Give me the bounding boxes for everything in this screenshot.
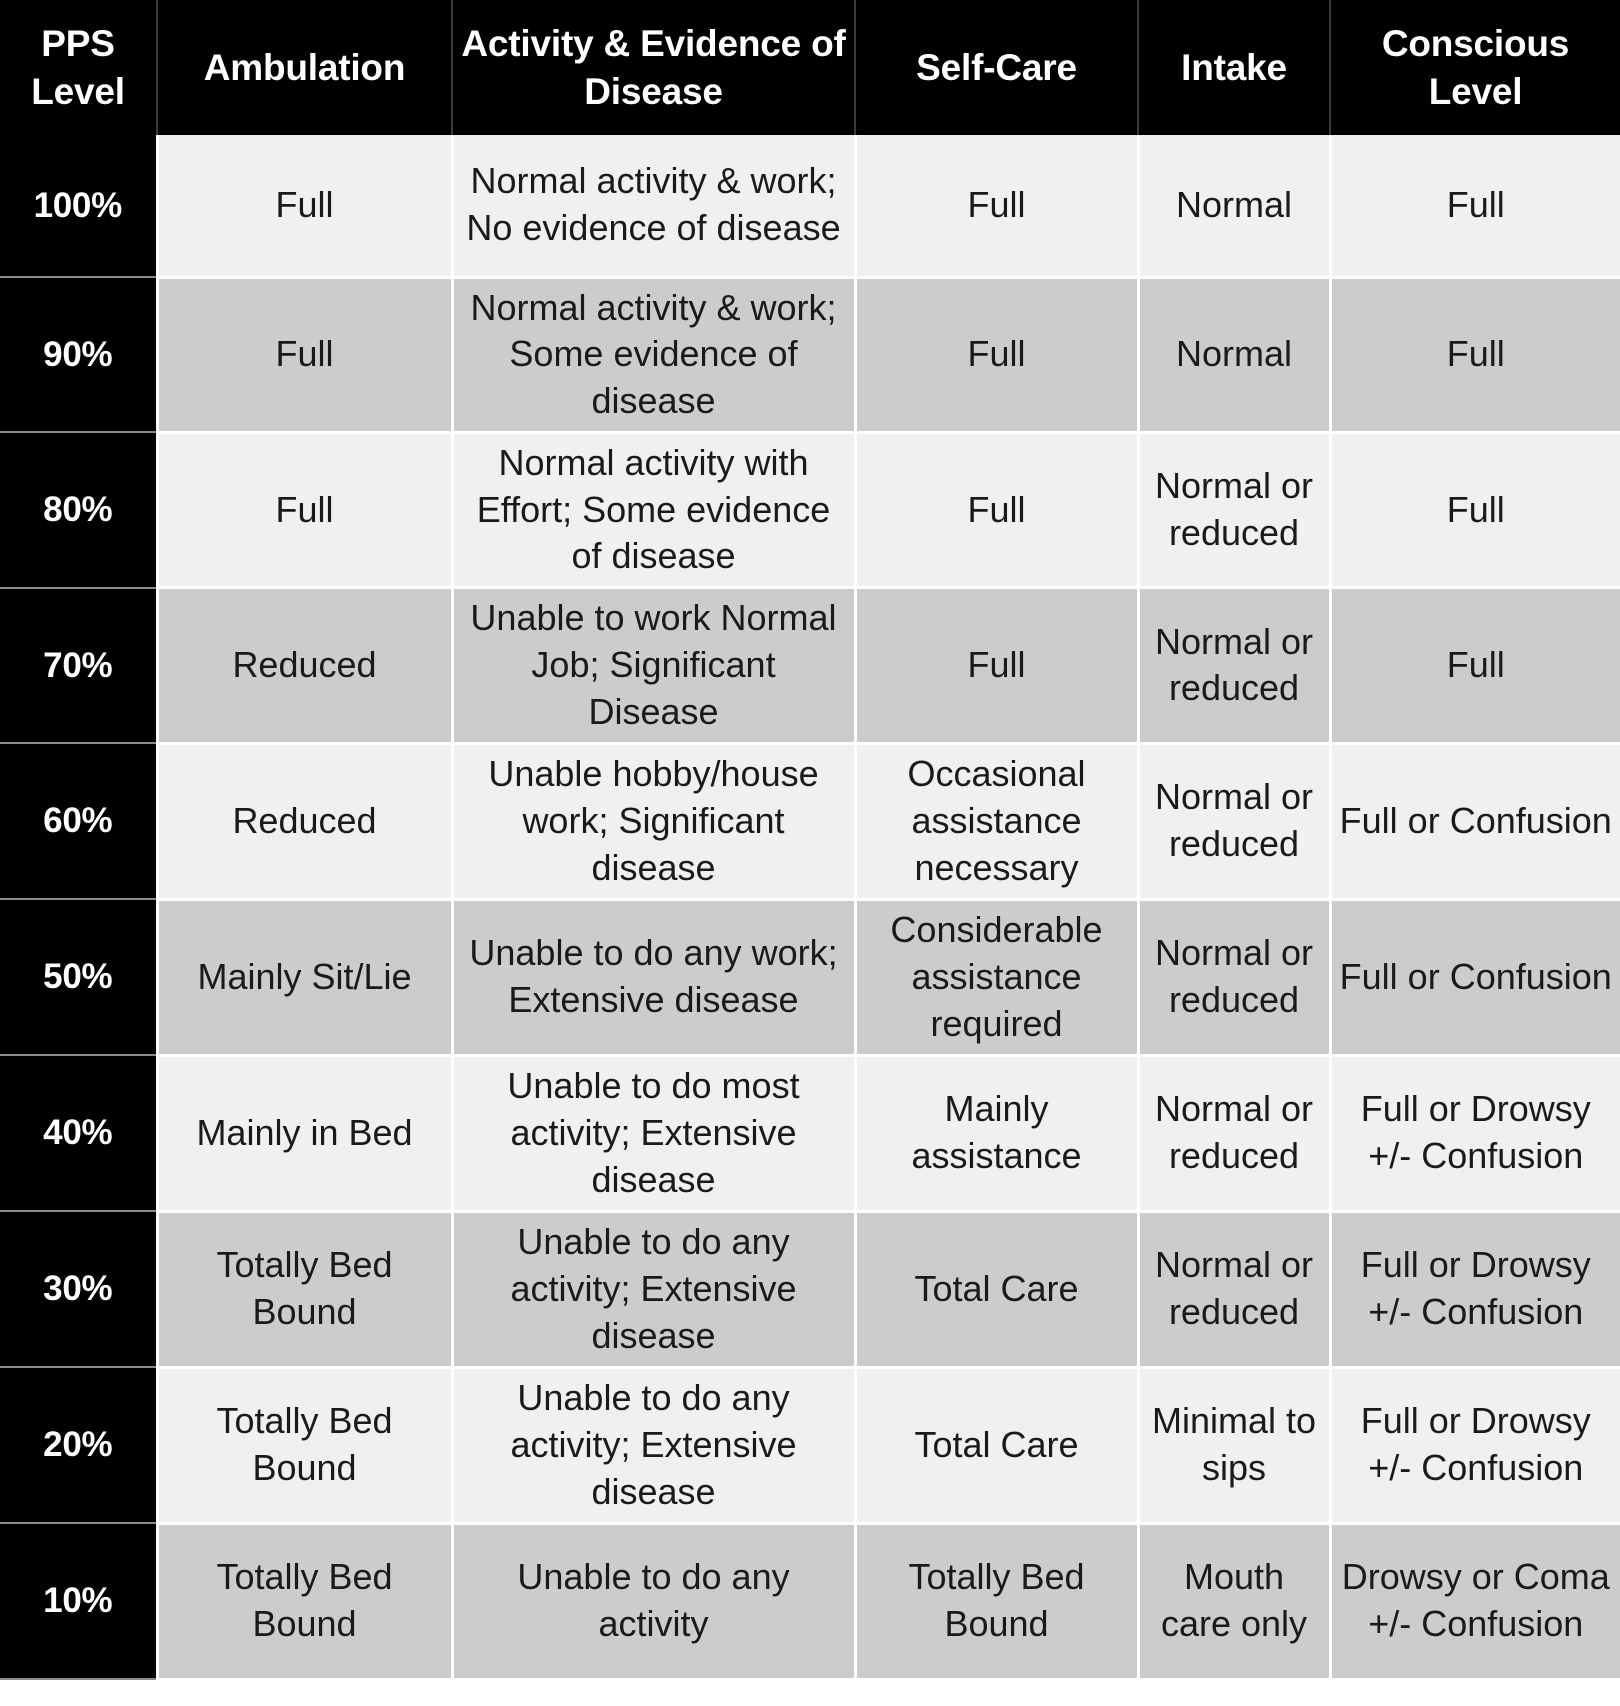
cell-pps-level: 90% (0, 277, 159, 434)
cell-intake: Normal or reduced (1138, 1211, 1332, 1369)
cell-pps-level: 30% (0, 1211, 159, 1369)
header-text: Intake (1181, 46, 1287, 88)
cell-ambulation: Full (157, 135, 454, 279)
cell-intake: Normal or reduced (1138, 1055, 1332, 1213)
cell-self-care: Totally Bed Bound (855, 1523, 1140, 1681)
cell-pps-level: 50% (0, 899, 159, 1057)
cell-conscious-level: Full (1330, 432, 1620, 590)
cell-activity-evidence-of-disease: Unable to do any work; Extensive disease (452, 899, 857, 1057)
column-header-self-care: Self-Care (855, 0, 1139, 135)
cell-pps-level: 60% (0, 743, 159, 901)
cell-self-care: Occasional assistance necessary (855, 743, 1140, 901)
pps-table-container: PPS Level Ambulation Activity & Evidence… (0, 0, 1620, 1706)
column-header-intake: Intake (1138, 0, 1331, 135)
cell-self-care: Total Care (855, 1211, 1140, 1369)
cell-ambulation: Reduced (157, 743, 454, 901)
table-body: 100% Full Normal activity & work; No evi… (0, 135, 1620, 1681)
cell-ambulation: Full (157, 277, 454, 434)
palliative-performance-scale-table: PPS Level Ambulation Activity & Evidence… (0, 0, 1620, 1681)
cell-activity-evidence-of-disease: Unable hobby/house work; Significant dis… (452, 743, 857, 901)
table-row: 80% Full Normal activity with Effort; So… (0, 432, 1620, 590)
cell-pps-level: 100% (0, 135, 159, 278)
cell-pps-level: 70% (0, 587, 159, 745)
cell-activity-evidence-of-disease: Unable to work Normal Job; Significant D… (452, 587, 857, 745)
cell-self-care: Considerable assistance required (855, 899, 1140, 1057)
table-header: PPS Level Ambulation Activity & Evidence… (0, 0, 1620, 135)
table-row: 60% Reduced Unable hobby/house work; Sig… (0, 743, 1620, 901)
cell-self-care: Full (855, 277, 1140, 434)
cell-conscious-level: Full or Drowsy +/- Confusion (1330, 1367, 1620, 1525)
cell-activity-evidence-of-disease: Unable to do any activity; Extensive dis… (452, 1211, 857, 1369)
cell-ambulation: Mainly in Bed (157, 1055, 454, 1213)
cell-activity-evidence-of-disease: Normal activity & work; Some evidence of… (452, 277, 857, 434)
cell-conscious-level: Drowsy or Coma +/- Confusion (1330, 1523, 1620, 1681)
cell-ambulation: Totally Bed Bound (157, 1367, 454, 1525)
cell-intake: Normal (1138, 277, 1332, 434)
cell-ambulation: Reduced (157, 587, 454, 745)
cell-self-care: Full (855, 432, 1140, 590)
header-text: Ambulation (203, 46, 406, 88)
table-row: 10% Totally Bed Bound Unable to do any a… (0, 1523, 1620, 1681)
cell-conscious-level: Full or Confusion (1330, 899, 1620, 1057)
cell-pps-level: 80% (0, 432, 159, 589)
cell-pps-level: 40% (0, 1055, 159, 1213)
cell-activity-evidence-of-disease: Normal activity & work; No evidence of d… (452, 135, 857, 279)
cell-intake: Normal or reduced (1138, 899, 1332, 1057)
cell-intake: Mouth care only (1138, 1523, 1332, 1681)
column-header-ambulation: Ambulation (157, 0, 453, 135)
cell-conscious-level: Full or Drowsy +/- Confusion (1330, 1211, 1620, 1369)
cell-intake: Normal or reduced (1138, 743, 1332, 901)
table-row: 30% Totally Bed Bound Unable to do any a… (0, 1211, 1620, 1369)
cell-intake: Normal or reduced (1138, 587, 1332, 745)
cell-ambulation: Full (157, 432, 454, 590)
table-row: 100% Full Normal activity & work; No evi… (0, 135, 1620, 279)
cell-pps-level: 10% (0, 1523, 159, 1681)
cell-self-care: Mainly assistance (855, 1055, 1140, 1213)
table-row: 20% Totally Bed Bound Unable to do any a… (0, 1367, 1620, 1525)
cell-conscious-level: Full or Confusion (1330, 743, 1620, 901)
column-header-conscious-level: Conscious Level (1330, 0, 1620, 135)
header-row: PPS Level Ambulation Activity & Evidence… (0, 0, 1620, 135)
table-row: 40% Mainly in Bed Unable to do most acti… (0, 1055, 1620, 1213)
cell-self-care: Total Care (855, 1367, 1140, 1525)
header-text: PPS Level (31, 23, 125, 112)
header-text: Activity & Evidence of Disease (461, 23, 846, 112)
table-row: 50% Mainly Sit/Lie Unable to do any work… (0, 899, 1620, 1057)
cell-activity-evidence-of-disease: Unable to do any activity; Extensive dis… (452, 1367, 857, 1525)
cell-activity-evidence-of-disease: Unable to do most activity; Extensive di… (452, 1055, 857, 1213)
cell-ambulation: Totally Bed Bound (157, 1523, 454, 1681)
cell-conscious-level: Full (1330, 587, 1620, 745)
table-row: 70% Reduced Unable to work Normal Job; S… (0, 587, 1620, 745)
cell-ambulation: Mainly Sit/Lie (157, 899, 454, 1057)
cell-conscious-level: Full (1330, 277, 1620, 434)
cell-self-care: Full (855, 135, 1140, 279)
cell-activity-evidence-of-disease: Unable to do any activity (452, 1523, 857, 1681)
cell-conscious-level: Full (1330, 135, 1620, 279)
table-row: 90% Full Normal activity & work; Some ev… (0, 277, 1620, 434)
column-header-activity: Activity & Evidence of Disease (452, 0, 856, 135)
cell-pps-level: 20% (0, 1367, 159, 1525)
column-header-pps-level: PPS Level (0, 0, 158, 135)
cell-ambulation: Totally Bed Bound (157, 1211, 454, 1369)
cell-conscious-level: Full or Drowsy +/- Confusion (1330, 1055, 1620, 1213)
cell-intake: Minimal to sips (1138, 1367, 1332, 1525)
cell-intake: Normal (1138, 135, 1332, 279)
cell-self-care: Full (855, 587, 1140, 745)
header-text: Conscious Level (1381, 23, 1570, 112)
header-text: Self-Care (916, 46, 1077, 88)
cell-intake: Normal or reduced (1138, 432, 1332, 590)
cell-activity-evidence-of-disease: Normal activity with Effort; Some eviden… (452, 432, 857, 590)
